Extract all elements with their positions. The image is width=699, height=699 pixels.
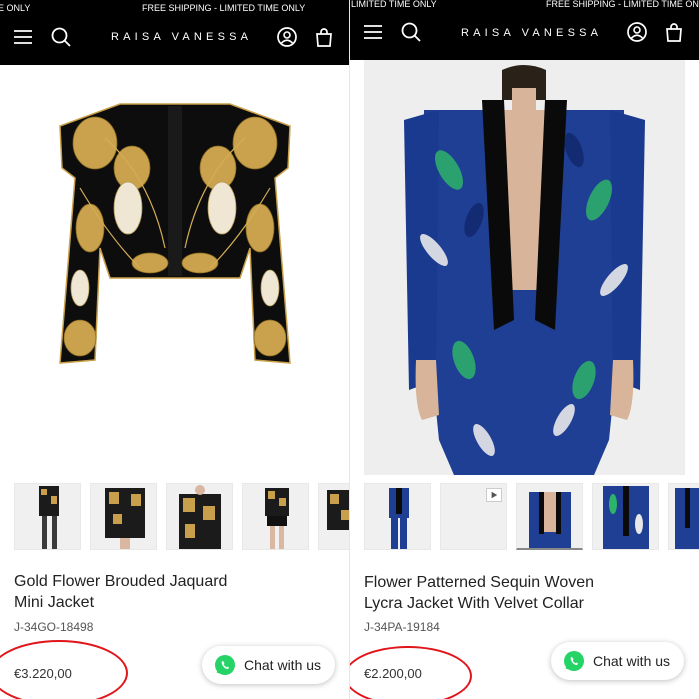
chat-button[interactable]: Chat with us bbox=[551, 642, 685, 680]
store-logo[interactable]: RAISA VANESSA bbox=[461, 27, 602, 39]
product-sku: J-34PA-19184 bbox=[364, 620, 440, 634]
thumbnail[interactable] bbox=[90, 483, 157, 550]
thumbnail[interactable] bbox=[592, 483, 659, 550]
price-highlight-circle bbox=[0, 640, 128, 699]
search-icon[interactable] bbox=[400, 21, 422, 43]
left-product-screenshot: E ONLY FREE SHIPPING - LIMITED TIME ONLY… bbox=[0, 0, 349, 699]
search-icon[interactable] bbox=[50, 26, 72, 48]
promo-bar: LIMITED TIME ONLY FREE SHIPPING - LIMITE… bbox=[350, 0, 699, 12]
account-icon[interactable] bbox=[626, 21, 648, 43]
thumbnail-strip bbox=[364, 483, 699, 553]
video-thumbnail[interactable] bbox=[440, 483, 507, 550]
shopping-bag-icon[interactable] bbox=[663, 21, 685, 43]
product-title: Flower Patterned Sequin Woven Lycra Jack… bbox=[364, 574, 595, 612]
thumbnail[interactable] bbox=[364, 483, 431, 550]
thumbnail[interactable] bbox=[242, 483, 309, 550]
whatsapp-icon bbox=[215, 655, 235, 675]
header-bar: E ONLY FREE SHIPPING - LIMITED TIME ONLY… bbox=[0, 0, 349, 65]
thumbnail[interactable] bbox=[14, 483, 81, 550]
menu-icon[interactable] bbox=[362, 21, 384, 43]
thumbnail-strip bbox=[14, 483, 349, 553]
shopping-bag-icon[interactable] bbox=[313, 26, 335, 48]
store-logo[interactable]: RAISA VANESSA bbox=[111, 31, 252, 43]
thumbnail[interactable] bbox=[516, 483, 583, 550]
menu-icon[interactable] bbox=[12, 26, 34, 48]
promo-text: FREE SHIPPING - LIMITED TIME ONLY bbox=[142, 3, 306, 13]
chat-button[interactable]: Chat with us bbox=[202, 646, 336, 684]
play-icon bbox=[486, 488, 502, 502]
chat-label: Chat with us bbox=[593, 653, 671, 669]
header-bar: LIMITED TIME ONLY FREE SHIPPING - LIMITE… bbox=[350, 0, 699, 60]
promo-bar: E ONLY FREE SHIPPING - LIMITED TIME ONLY bbox=[0, 0, 349, 16]
price-highlight-circle bbox=[350, 646, 472, 699]
thumbnail[interactable] bbox=[668, 483, 699, 550]
product-sku: J-34GO-18498 bbox=[14, 620, 94, 634]
product-title: Gold Flower Brouded Jaquard Mini Jacket bbox=[14, 573, 228, 611]
chat-label: Chat with us bbox=[244, 657, 322, 673]
promo-text-left: LIMITED TIME ONLY bbox=[351, 0, 437, 9]
account-icon[interactable] bbox=[276, 26, 298, 48]
right-product-screenshot: LIMITED TIME ONLY FREE SHIPPING - LIMITE… bbox=[350, 0, 699, 699]
promo-text-left: E ONLY bbox=[0, 3, 31, 13]
thumbnail[interactable] bbox=[166, 483, 233, 550]
product-image-gold-jacket[interactable] bbox=[50, 98, 300, 368]
promo-text: FREE SHIPPING - LIMITED TIME ONL bbox=[546, 0, 699, 9]
thumbnail[interactable] bbox=[318, 483, 349, 550]
product-image-sequin-jacket[interactable] bbox=[364, 60, 685, 475]
whatsapp-icon bbox=[564, 651, 584, 671]
